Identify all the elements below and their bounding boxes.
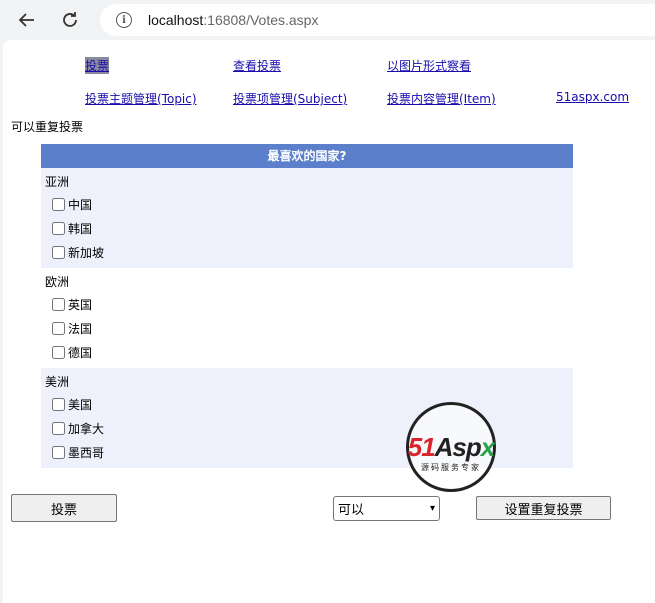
nav-vote-link[interactable]: 投票 xyxy=(85,57,110,74)
checkbox[interactable] xyxy=(52,297,65,311)
nav-subject-manage-link[interactable]: 投票项管理(Subject) xyxy=(233,90,347,107)
group-title: 亚洲 xyxy=(45,175,70,189)
checkbox[interactable] xyxy=(52,245,65,259)
info-circle-icon[interactable]: i xyxy=(116,12,132,28)
back-arrow-icon[interactable] xyxy=(13,6,41,34)
nav-51aspx-link[interactable]: 51aspx.com xyxy=(556,90,629,104)
group-title: 欧洲 xyxy=(45,275,70,289)
set-repeat-vote-button[interactable]: 设置重复投票 xyxy=(476,496,611,520)
watermark-subtitle: 源码服务专家 xyxy=(421,463,481,472)
checkbox[interactable] xyxy=(52,345,65,359)
option-germany[interactable]: 德国 xyxy=(45,340,569,364)
option-china[interactable]: 中国 xyxy=(45,192,569,216)
checkbox[interactable] xyxy=(52,197,65,211)
repeat-vote-note: 可以重复投票 xyxy=(11,120,84,134)
repeat-vote-select[interactable]: 可以 ▾ xyxy=(333,496,440,521)
url-path: :16808/Votes.aspx xyxy=(203,12,319,28)
checkbox[interactable] xyxy=(52,421,65,435)
option-korea[interactable]: 韩国 xyxy=(45,216,569,240)
checkbox[interactable] xyxy=(52,321,65,335)
watermark-brand: 51Aspx xyxy=(407,432,496,462)
vote-group-europe: 欧洲 英国 法国 德国 xyxy=(41,268,573,368)
page-content: 投票 查看投票 以图片形式察看 投票主题管理(Topic) 投票项管理(Subj… xyxy=(3,40,655,603)
group-title: 美洲 xyxy=(45,375,70,389)
option-uk[interactable]: 英国 xyxy=(45,292,569,316)
nav-item-manage-link[interactable]: 投票内容管理(Item) xyxy=(387,90,496,107)
checkbox[interactable] xyxy=(52,397,65,411)
nav-view-as-image-link[interactable]: 以图片形式察看 xyxy=(387,57,471,74)
nav-view-votes-link[interactable]: 查看投票 xyxy=(233,57,281,74)
vote-question-title: 最喜欢的国家? xyxy=(41,144,573,168)
browser-toolbar: i localhost:16808/Votes.aspx xyxy=(0,0,655,40)
chevron-down-icon: ▾ xyxy=(429,503,435,514)
vote-group-asia: 亚洲 中国 韩国 新加坡 xyxy=(41,168,573,268)
address-bar[interactable]: i localhost:16808/Votes.aspx xyxy=(100,4,655,36)
watermark-logo: 51Aspx 源码服务专家 xyxy=(386,402,516,494)
option-france[interactable]: 法国 xyxy=(45,316,569,340)
option-singapore[interactable]: 新加坡 xyxy=(45,240,569,264)
checkbox[interactable] xyxy=(52,445,65,459)
vote-submit-button[interactable]: 投票 xyxy=(11,494,117,522)
url-host: localhost xyxy=(148,12,204,28)
checkbox[interactable] xyxy=(52,221,65,235)
nav-topic-manage-link[interactable]: 投票主题管理(Topic) xyxy=(85,90,197,107)
reload-icon[interactable] xyxy=(56,6,84,34)
select-value: 可以 xyxy=(338,503,365,518)
